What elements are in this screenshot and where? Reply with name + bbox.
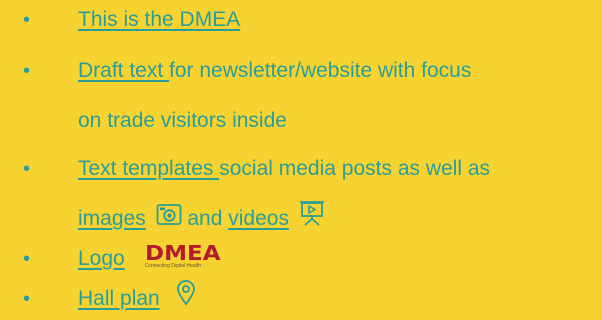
list-item: • Draft text for newsletter/website with… <box>0 52 471 140</box>
camera-icon[interactable] <box>156 201 182 239</box>
list-item: • Hall plan <box>0 280 196 319</box>
location-pin-icon[interactable] <box>176 280 196 319</box>
presentation-icon[interactable] <box>299 200 325 239</box>
list-item: • This is the DMEA <box>0 1 240 39</box>
bullet: • <box>23 158 31 180</box>
images-videos-connector: and <box>181 207 229 231</box>
videos-link[interactable]: videos <box>228 207 289 230</box>
list-item: • Logo DMEA Connecting Digital Health <box>0 240 221 278</box>
dmea-logo-wordmark: DMEA <box>144 241 221 266</box>
this-is-dmea-link[interactable]: This is the DMEA <box>78 8 240 31</box>
draft-text-link[interactable]: Draft text <box>78 59 169 82</box>
text-templates-description: social media posts as well as <box>219 157 491 180</box>
hall-plan-link[interactable]: Hall plan <box>78 287 160 310</box>
bullet: • <box>23 248 31 270</box>
draft-text-description-line2: on trade visitors inside <box>78 109 287 132</box>
dmea-logo: DMEA Connecting Digital Health <box>145 243 221 269</box>
images-link[interactable]: images <box>78 207 146 230</box>
text-templates-link[interactable]: Text templates <box>78 157 219 180</box>
logo-link[interactable]: Logo <box>78 247 125 270</box>
bullet: • <box>23 9 31 31</box>
bullet: • <box>23 60 31 82</box>
draft-text-description: for newsletter/website with focus <box>169 59 472 82</box>
list-item: • Text templates social media posts as w… <box>0 150 490 239</box>
bullet: • <box>23 288 31 310</box>
